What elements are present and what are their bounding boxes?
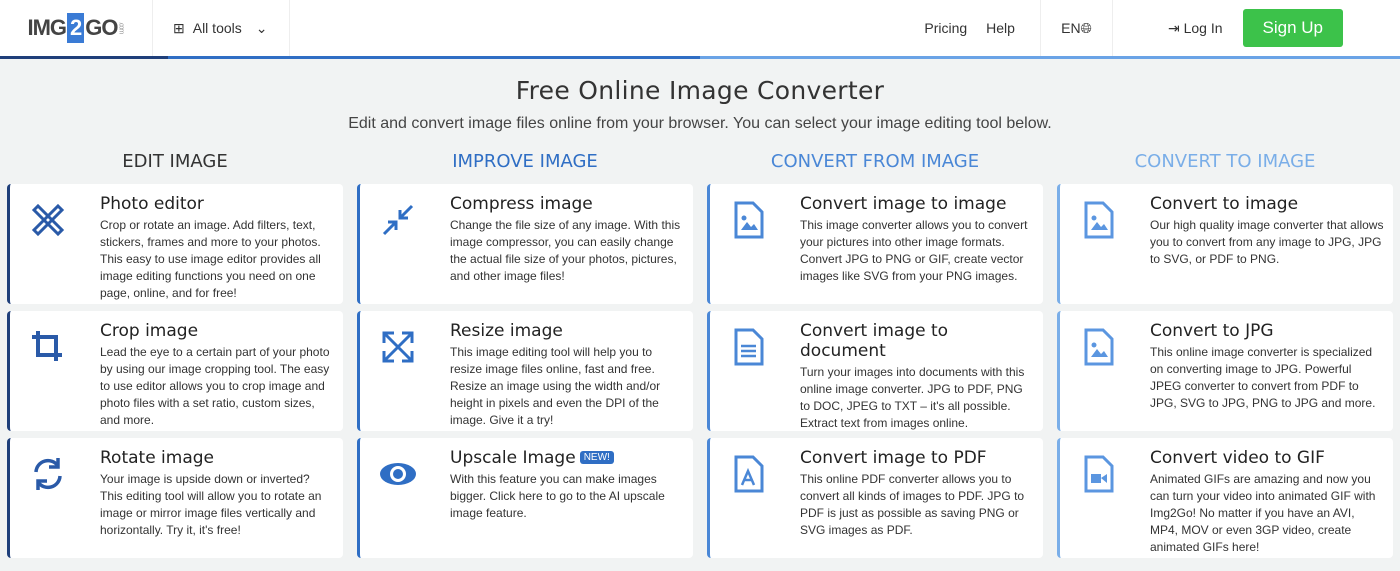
language-label: EN bbox=[1061, 20, 1081, 36]
tool-title-text: Convert image to PDF bbox=[800, 448, 987, 468]
tool-title: Photo editor bbox=[100, 194, 335, 214]
tool-description: Your image is upside down or inverted? T… bbox=[100, 472, 322, 537]
tool-title: Upscale Image NEW! bbox=[450, 448, 685, 468]
tool-title-text: Convert image to document bbox=[800, 321, 949, 361]
tool-title: Rotate image bbox=[100, 448, 335, 468]
logo-text: .com bbox=[117, 22, 125, 34]
tools-grid: EDIT IMAGE Photo editor Crop or rotate a… bbox=[7, 151, 1400, 558]
tool-title: Convert image to PDF bbox=[800, 448, 1035, 468]
login-icon: ⇥ bbox=[1167, 19, 1180, 36]
tool-card[interactable]: Upscale Image NEW! With this feature you … bbox=[357, 438, 693, 558]
tool-description: This online PDF converter allows you to … bbox=[800, 472, 1025, 537]
tool-card[interactable]: Convert video to GIF Animated GIFs are a… bbox=[1057, 438, 1393, 558]
signup-button[interactable]: Sign Up bbox=[1242, 9, 1343, 47]
column-heading: IMPROVE IMAGE bbox=[452, 151, 598, 172]
image-file-icon bbox=[1078, 194, 1150, 304]
rotate-icon bbox=[28, 448, 100, 558]
tool-title: Convert image to document bbox=[800, 321, 1035, 361]
column-from: CONVERT FROM IMAGE Convert image to imag… bbox=[707, 151, 1043, 558]
eye-icon bbox=[378, 448, 450, 558]
tool-card[interactable]: Crop image Lead the eye to a certain par… bbox=[7, 311, 343, 431]
tool-card[interactable]: Convert to JPG This online image convert… bbox=[1057, 311, 1393, 431]
column-to: CONVERT TO IMAGE Convert to image Our hi… bbox=[1057, 151, 1393, 558]
tool-title-text: Photo editor bbox=[100, 194, 204, 214]
pdf-file-icon bbox=[728, 448, 800, 558]
tool-description: Crop or rotate an image. Add filters, te… bbox=[100, 218, 321, 300]
tool-description: Animated GIFs are amazing and now you ca… bbox=[1150, 472, 1376, 554]
tool-description: Our high quality image converter that al… bbox=[1150, 218, 1384, 266]
tool-description: This image converter allows you to conve… bbox=[800, 218, 1028, 283]
tool-card[interactable]: Convert to image Our high quality image … bbox=[1057, 184, 1393, 304]
login-link[interactable]: ⇥ Log In bbox=[1168, 20, 1223, 37]
tool-title: Convert to JPG bbox=[1150, 321, 1385, 341]
pencil-ruler-icon bbox=[28, 194, 100, 304]
logo-text: IMG bbox=[27, 15, 67, 40]
column-heading: CONVERT FROM IMAGE bbox=[770, 151, 980, 172]
tool-title: Convert image to image bbox=[800, 194, 1035, 214]
tool-title-text: Compress image bbox=[450, 194, 593, 214]
globe-icon: 🌐︎ bbox=[1080, 19, 1092, 36]
login-label: Log In bbox=[1183, 19, 1223, 36]
column-heading: EDIT IMAGE bbox=[122, 151, 228, 172]
tool-description: With this feature you can make images bi… bbox=[450, 472, 665, 520]
tool-title: Resize image bbox=[450, 321, 685, 341]
page-title: Free Online Image Converter bbox=[515, 76, 885, 105]
expand-icon bbox=[378, 321, 450, 431]
logo[interactable]: IMG 2 GO .com bbox=[0, 0, 153, 56]
image-file-icon bbox=[1078, 321, 1150, 431]
tool-description: Change the file size of any image. With … bbox=[450, 218, 681, 283]
tool-description: Lead the eye to a certain part of your p… bbox=[100, 345, 330, 427]
tool-card[interactable]: Convert image to PDF This online PDF con… bbox=[707, 438, 1043, 558]
language-selector[interactable]: EN 🌐︎ bbox=[1039, 0, 1113, 56]
tool-card[interactable]: Rotate image Your image is upside down o… bbox=[7, 438, 343, 558]
tool-title: Crop image bbox=[100, 321, 335, 341]
tool-description: This image editing tool will help you to… bbox=[450, 345, 661, 427]
tool-title-text: Convert video to GIF bbox=[1150, 448, 1325, 468]
tool-title-text: Resize image bbox=[450, 321, 563, 341]
tool-description: This online image converter is specializ… bbox=[1150, 345, 1376, 410]
grid-icon: ⊞ bbox=[173, 19, 185, 36]
tool-card[interactable]: Convert image to document Turn your imag… bbox=[707, 311, 1043, 431]
tool-title: Compress image bbox=[450, 194, 685, 214]
document-icon bbox=[728, 321, 800, 431]
logo-text: GO bbox=[85, 15, 118, 40]
column-improve: IMPROVE IMAGE Compress image Change the … bbox=[357, 151, 693, 558]
pricing-link[interactable]: Pricing bbox=[924, 20, 967, 36]
compress-icon bbox=[378, 194, 450, 304]
tool-card[interactable]: Photo editor Crop or rotate an image. Ad… bbox=[7, 184, 343, 304]
tool-title-text: Convert to JPG bbox=[1150, 321, 1274, 341]
column-edit: EDIT IMAGE Photo editor Crop or rotate a… bbox=[7, 151, 343, 558]
tool-card[interactable]: Compress image Change the file size of a… bbox=[357, 184, 693, 304]
navbar-divider bbox=[0, 56, 1400, 59]
tool-card[interactable]: Convert image to image This image conver… bbox=[707, 184, 1043, 304]
logo-text: 2 bbox=[67, 13, 85, 43]
page-subtitle: Edit and convert image files online from… bbox=[348, 115, 1052, 132]
chevron-down-icon: ⌄ bbox=[255, 19, 268, 36]
tool-card[interactable]: Resize image This image editing tool wil… bbox=[357, 311, 693, 431]
all-tools-dropdown[interactable]: ⊞ All tools ⌄ bbox=[153, 0, 290, 56]
tool-title-text: Crop image bbox=[100, 321, 199, 341]
top-navbar: IMG 2 GO .com ⊞ All tools ⌄ Pricing Help EN… bbox=[0, 0, 1400, 59]
crop-icon bbox=[28, 321, 100, 431]
tool-title-text: Rotate image bbox=[100, 448, 215, 468]
column-heading: CONVERT TO IMAGE bbox=[1134, 151, 1316, 172]
new-badge: NEW! bbox=[579, 451, 614, 464]
tool-title-text: Upscale Image bbox=[450, 448, 576, 468]
all-tools-label: All tools bbox=[192, 20, 242, 36]
tool-title-text: Convert image to image bbox=[800, 194, 1007, 214]
tool-description: Turn your images into documents with thi… bbox=[800, 365, 1025, 430]
help-link[interactable]: Help bbox=[986, 20, 1015, 36]
image-file-icon bbox=[728, 194, 800, 304]
tool-title-text: Convert to image bbox=[1150, 194, 1299, 214]
tool-title: Convert to image bbox=[1150, 194, 1385, 214]
video-file-icon bbox=[1078, 448, 1150, 558]
tool-title: Convert video to GIF bbox=[1150, 448, 1385, 468]
